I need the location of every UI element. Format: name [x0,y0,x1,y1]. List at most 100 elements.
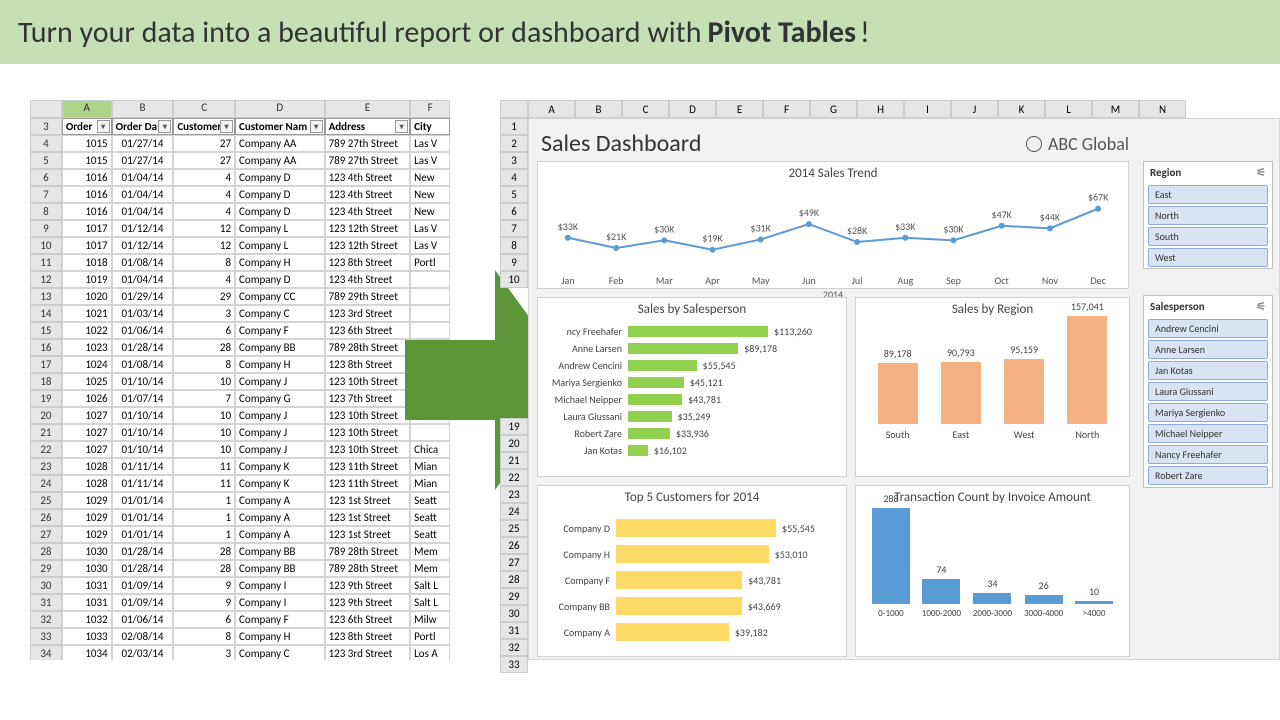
table-cell[interactable]: Seatt [410,492,450,509]
table-cell[interactable]: Company CC [235,288,325,305]
column-header[interactable]: J [951,100,998,118]
table-cell[interactable]: 789 28th Street [325,339,411,356]
table-cell[interactable]: 01/08/14 [112,356,174,373]
table-cell[interactable]: 123 10th Street [325,424,411,441]
table-row[interactable]: 23102801/11/1411Company K123 11th Street… [30,458,450,475]
column-header[interactable]: K [998,100,1045,118]
table-cell[interactable]: 1027 [62,407,112,424]
table-cell[interactable]: Company BB [235,339,325,356]
table-cell[interactable]: Company BB [235,560,325,577]
table-header-cell[interactable]: Customer▾ [173,118,235,135]
table-cell[interactable]: 123 6th Street [325,322,411,339]
table-cell[interactable]: 123 4th Street [325,186,411,203]
table-cell[interactable]: 123 4th Street [325,271,411,288]
filter-dropdown-icon[interactable]: ▾ [158,120,171,133]
table-cell[interactable]: Company D [235,271,325,288]
table-cell[interactable]: 1016 [62,186,112,203]
table-cell[interactable]: 01/07/14 [112,390,174,407]
table-cell[interactable]: 1 [173,492,235,509]
table-cell[interactable]: 01/27/14 [112,135,174,152]
table-cell[interactable]: 01/01/14 [112,509,174,526]
table-cell[interactable]: Company J [235,407,325,424]
table-row[interactable]: 25102901/01/141Company A123 1st StreetSe… [30,492,450,509]
table-cell[interactable]: Seatt [410,509,450,526]
column-header[interactable]: D [235,100,325,118]
table-cell[interactable]: 01/10/14 [112,441,174,458]
table-cell[interactable]: 6 [173,322,235,339]
table-cell[interactable]: 10 [173,424,235,441]
table-cell[interactable]: 123 1st Street [325,492,411,509]
table-cell[interactable]: 10 [173,407,235,424]
table-cell[interactable]: 7 [173,390,235,407]
table-cell[interactable]: 1031 [62,577,112,594]
table-cell[interactable]: 1 [173,509,235,526]
table-cell[interactable]: Company C [235,645,325,660]
table-cell[interactable]: 1016 [62,203,112,220]
chart-sales-by-salesperson[interactable]: Sales by Salesperson ncy Freehafer$113,2… [537,297,847,477]
table-cell[interactable]: 123 6th Street [325,611,411,628]
row-header[interactable]: 24 [500,503,528,520]
table-cell[interactable]: 1030 [62,560,112,577]
table-cell[interactable]: Los A [410,645,450,660]
raw-data-sheet[interactable]: ABCDEF 3Order▾Order Da▾Customer▾Customer… [30,100,450,660]
row-header[interactable]: 9 [500,254,528,271]
table-cell[interactable]: 01/28/14 [112,543,174,560]
table-cell[interactable]: 3 [173,305,235,322]
table-cell[interactable]: Company L [235,220,325,237]
table-cell[interactable]: 3 [173,645,235,660]
table-row[interactable]: 19102601/07/147Company G123 7th Street [30,390,450,407]
table-row[interactable]: 11101801/08/148Company H123 8th StreetPo… [30,254,450,271]
table-cell[interactable]: 6 [173,611,235,628]
filter-icon[interactable]: ⚟ [1256,166,1266,179]
table-cell[interactable]: 1029 [62,526,112,543]
table-row[interactable]: 27102901/01/141Company A123 1st StreetSe… [30,526,450,543]
table-row[interactable]: 21102701/10/1410Company J123 10th Street [30,424,450,441]
table-cell[interactable]: 11 [173,458,235,475]
chart-transaction-count[interactable]: Transaction Count by Invoice Amount 2880… [855,485,1130,657]
slicer-item[interactable]: East [1148,185,1268,204]
row-header[interactable]: 26 [500,537,528,554]
table-cell[interactable]: 01/27/14 [112,152,174,169]
table-cell[interactable]: 01/04/14 [112,186,174,203]
row-header[interactable]: 31 [500,622,528,639]
row-header[interactable]: 23 [500,486,528,503]
table-cell[interactable]: Las V [410,152,450,169]
table-cell[interactable]: 123 8th Street [325,254,411,271]
table-row[interactable]: 14102101/03/143Company C123 3rd Street [30,305,450,322]
table-cell[interactable]: 1026 [62,390,112,407]
table-header-cell[interactable]: Address▾ [325,118,411,135]
slicer-item[interactable]: Jan Kotas [1148,361,1268,380]
table-cell[interactable]: New [410,203,450,220]
table-cell[interactable]: 1025 [62,373,112,390]
table-cell[interactable]: 123 3rd Street [325,645,411,660]
table-row[interactable]: 33103302/08/148Company H123 8th StreetPo… [30,628,450,645]
table-row[interactable]: 5101501/27/1427Company AA789 27th Street… [30,152,450,169]
table-row[interactable]: 20102701/10/1410Company J123 10th Street [30,407,450,424]
table-cell[interactable]: 01/09/14 [112,594,174,611]
table-cell[interactable]: 123 11th Street [325,475,411,492]
table-cell[interactable]: 27 [173,152,235,169]
table-cell[interactable]: 4 [173,169,235,186]
table-cell[interactable]: 123 1st Street [325,526,411,543]
chart-sales-trend[interactable]: 2014 Sales Trend $33KJan$21KFeb$30KMar$1… [537,161,1129,289]
table-row[interactable]: 28103001/28/1428Company BB789 28th Stree… [30,543,450,560]
filter-dropdown-icon[interactable]: ▾ [310,120,323,133]
column-header[interactable]: B [575,100,622,118]
table-cell[interactable]: 01/08/14 [112,254,174,271]
table-cell[interactable]: New [410,169,450,186]
table-cell[interactable]: 1030 [62,543,112,560]
row-header[interactable]: 19 [500,418,528,435]
table-cell[interactable]: Salt L [410,577,450,594]
table-cell[interactable]: 01/01/14 [112,492,174,509]
table-cell[interactable]: Company J [235,441,325,458]
table-cell[interactable]: Company AA [235,135,325,152]
table-cell[interactable]: 1018 [62,254,112,271]
table-cell[interactable]: Company AA [235,152,325,169]
table-cell[interactable]: Las V [410,237,450,254]
slicer-item[interactable]: Laura Giussani [1148,382,1268,401]
table-cell[interactable]: 1023 [62,339,112,356]
table-cell[interactable]: 123 10th Street [325,441,411,458]
table-cell[interactable]: 4 [173,186,235,203]
table-cell[interactable]: Company I [235,594,325,611]
table-cell[interactable]: Company C [235,305,325,322]
